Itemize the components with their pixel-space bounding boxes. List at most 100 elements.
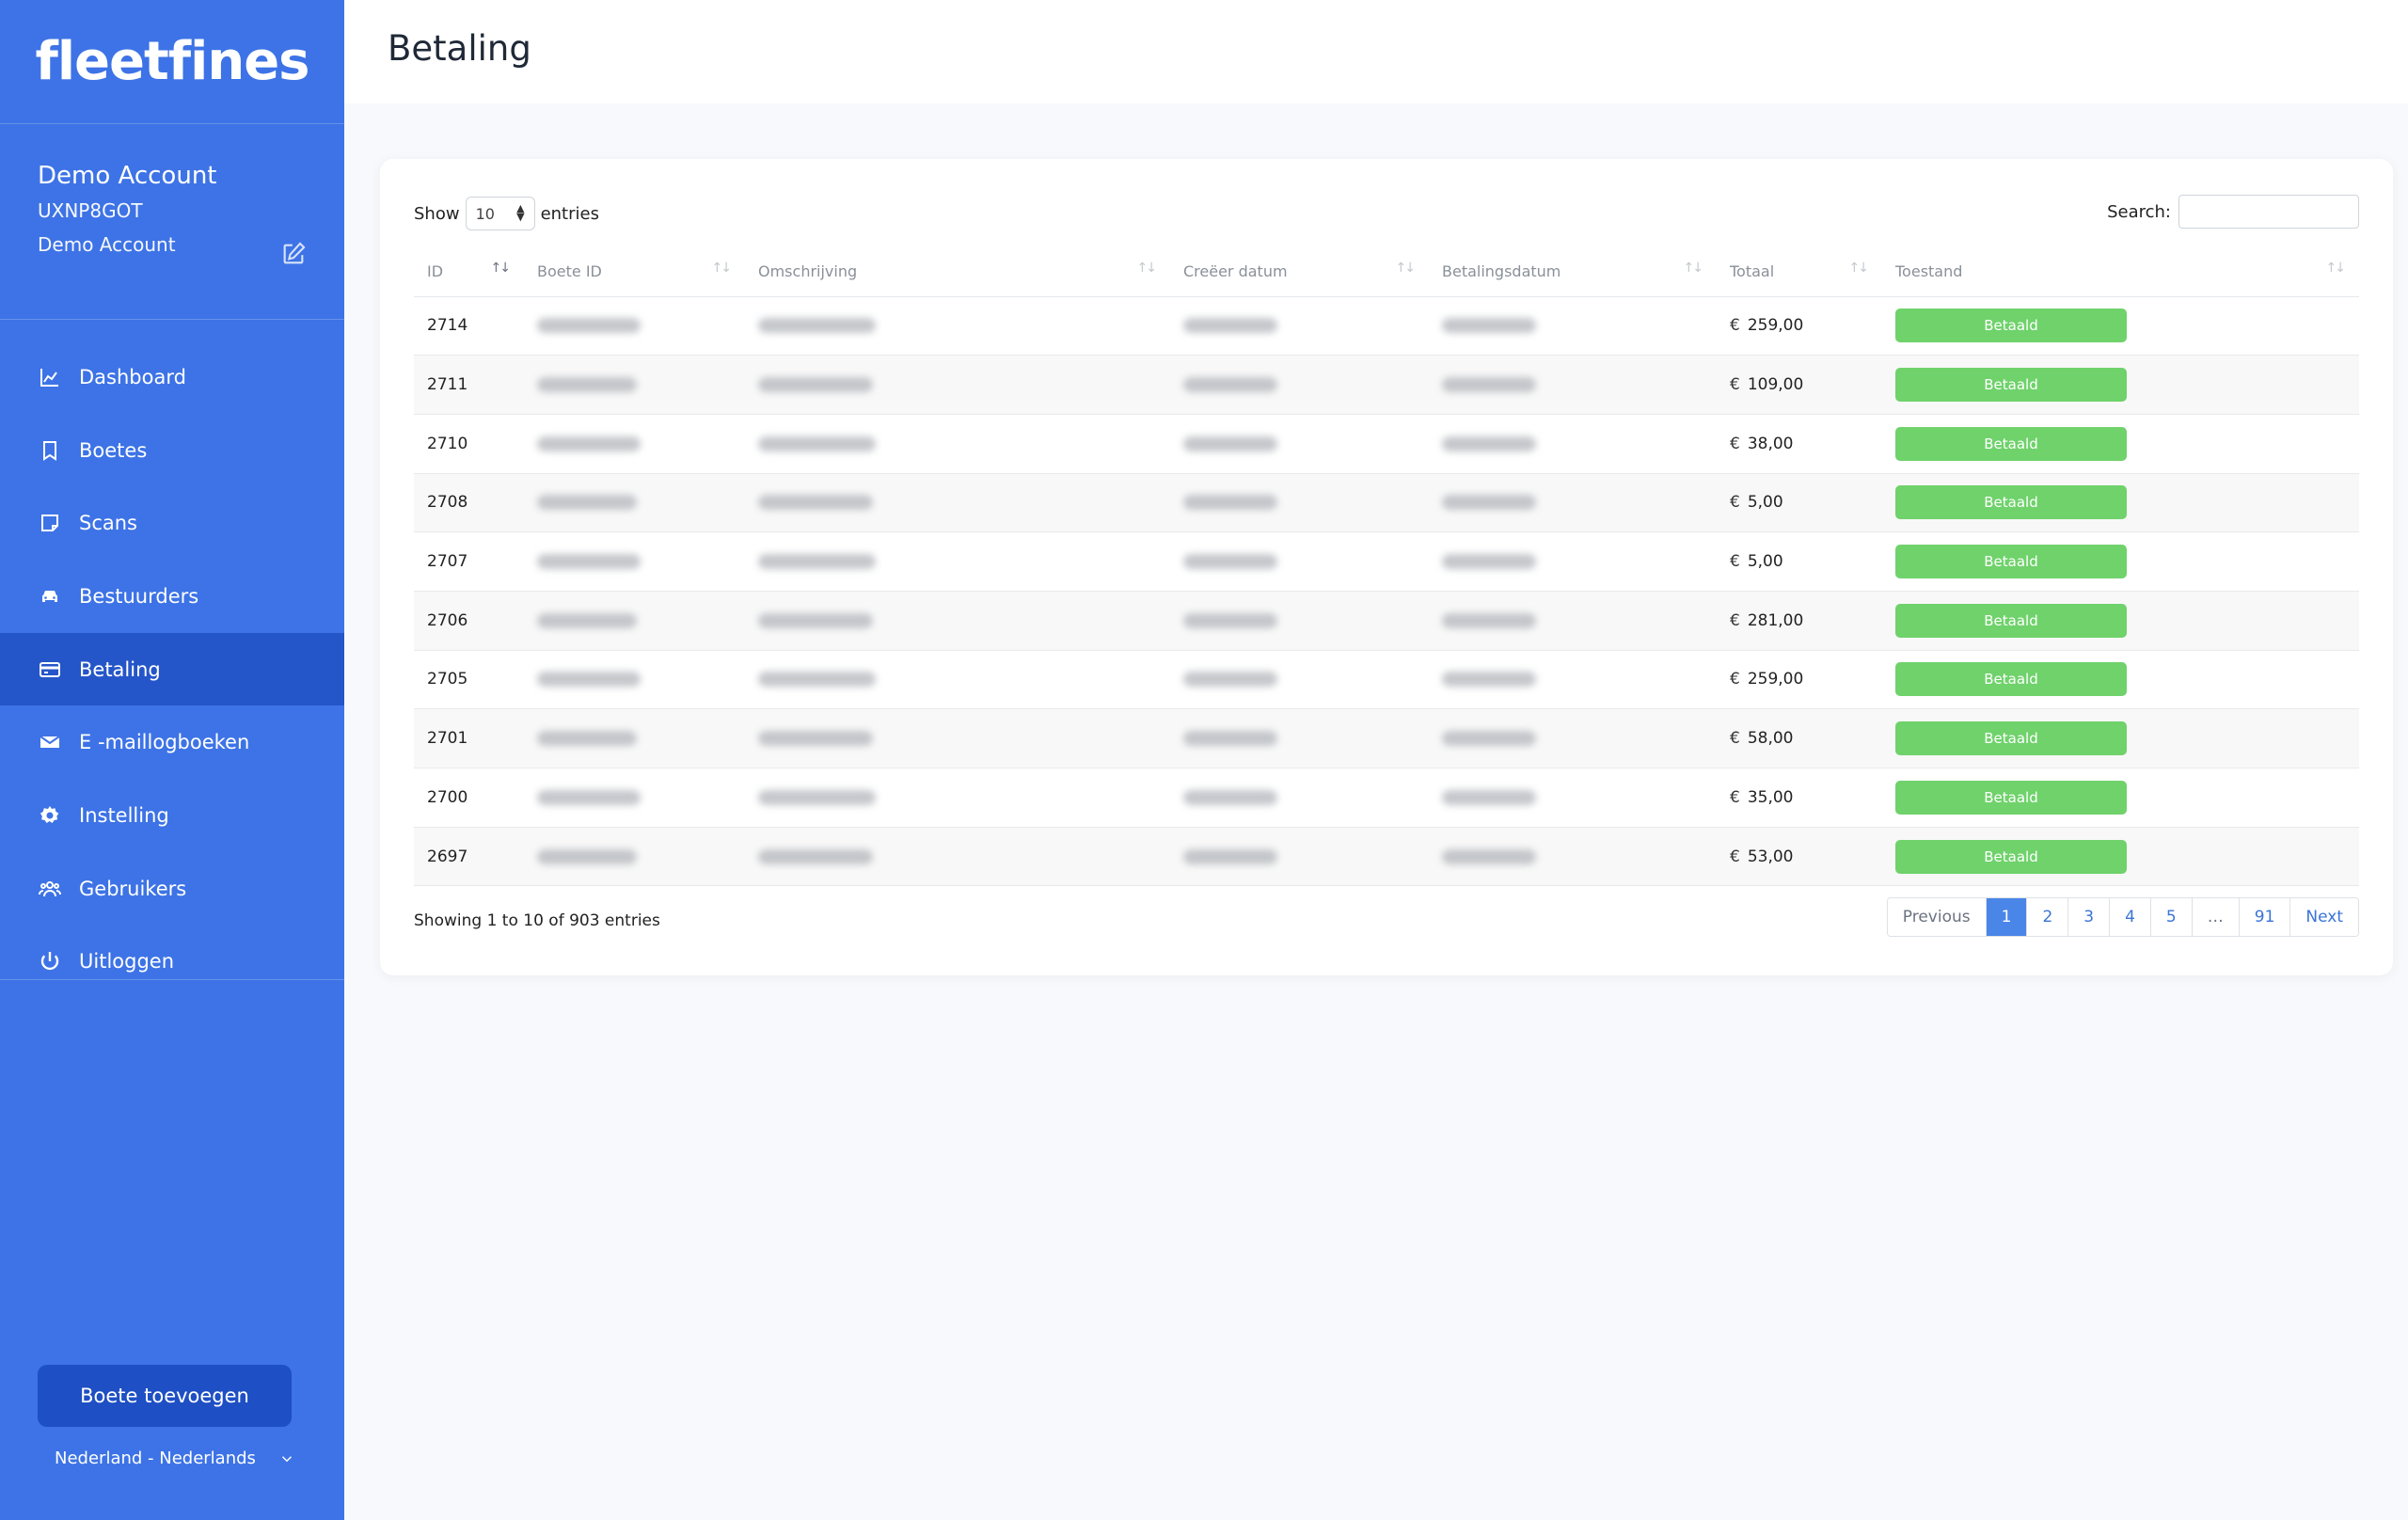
redacted-text: [1183, 435, 1277, 451]
column-header[interactable]: Betalingsdatum ↑↓: [1429, 247, 1717, 297]
redacted-text: [1442, 848, 1536, 864]
sort-icon: ↑↓: [1683, 261, 1704, 276]
sidebar-item-e-maillogboeken[interactable]: E -maillogboeken: [0, 705, 344, 779]
redacted-text: [758, 672, 876, 688]
column-header[interactable]: Omschrijving ↑↓: [745, 247, 1170, 297]
car-icon: [38, 584, 62, 609]
cell-payment-date: [1429, 296, 1717, 356]
column-header[interactable]: Boete ID ↑↓: [524, 247, 745, 297]
table-row[interactable]: 2710 €38,00 Betaald: [414, 414, 2359, 474]
column-header[interactable]: ID ↑↓: [414, 247, 524, 297]
select-arrows-icon: ▲ ▼: [516, 202, 525, 223]
status-badge: Betaald: [1895, 780, 2127, 815]
currency-symbol: €: [1730, 434, 1740, 453]
sidebar-item-bestuurders[interactable]: Bestuurders: [0, 560, 344, 633]
cell-id: 2701: [414, 708, 524, 768]
redacted-text: [1183, 612, 1277, 628]
redacted-text: [537, 731, 637, 747]
search-control: Search:: [2107, 195, 2359, 229]
cell-status: Betaald: [1882, 827, 2359, 887]
users-icon: [38, 877, 62, 901]
column-header-label: Boete ID: [537, 262, 602, 281]
logo[interactable]: fleetfines: [0, 0, 344, 124]
add-fine-button[interactable]: Boete toevoegen: [38, 1365, 292, 1427]
table-row[interactable]: 2714 €259,00 Betaald: [414, 296, 2359, 356]
sort-icon: ↑↓: [1848, 261, 1870, 276]
note-icon: [38, 511, 62, 535]
bookmark-icon: [38, 438, 62, 463]
cell-description: [745, 414, 1170, 474]
sort-icon: ↑↓: [2325, 261, 2347, 276]
cell-created-date: [1170, 708, 1429, 768]
cell-fine-id: [524, 708, 745, 768]
cell-fine-id: [524, 827, 745, 887]
pagination-previous-button[interactable]: Previous: [1887, 898, 1986, 936]
redacted-text: [537, 495, 637, 511]
pagination-page-2[interactable]: 2: [2026, 898, 2068, 936]
search-input[interactable]: [2178, 195, 2359, 229]
cell-payment-date: [1429, 768, 1717, 828]
cell-payment-date: [1429, 708, 1717, 768]
currency-symbol: €: [1730, 610, 1740, 630]
pagination-page-1[interactable]: 1: [1985, 898, 2027, 936]
cell-id: 2706: [414, 591, 524, 651]
language-selector[interactable]: Nederland - Nederlands: [55, 1449, 295, 1468]
pagination-next-button[interactable]: Next: [2289, 898, 2358, 936]
table-row[interactable]: 2705 €259,00 Betaald: [414, 650, 2359, 710]
status-badge: Betaald: [1895, 545, 2127, 579]
redacted-text: [1183, 789, 1277, 805]
redacted-text: [537, 318, 641, 334]
column-header[interactable]: Totaal ↑↓: [1717, 247, 1882, 297]
chevron-down-icon: [281, 1455, 292, 1462]
sidebar-item-betaling[interactable]: Betaling: [0, 632, 344, 706]
sidebar-item-boetes[interactable]: Boetes: [0, 414, 344, 487]
redacted-text: [1183, 672, 1277, 688]
currency-symbol: €: [1730, 729, 1740, 749]
page-size-select[interactable]: 10 ▲ ▼: [465, 197, 535, 230]
redacted-text: [1442, 495, 1536, 511]
table-row[interactable]: 2711 €109,00 Betaald: [414, 355, 2359, 415]
show-label: Show: [414, 203, 460, 224]
pagination-page-91[interactable]: 91: [2238, 898, 2290, 936]
edit-icon[interactable]: [280, 241, 307, 267]
pagination-page-4[interactable]: 4: [2109, 898, 2150, 936]
redacted-text: [1183, 848, 1277, 864]
sidebar-item-uitloggen[interactable]: Uitloggen: [0, 926, 344, 999]
currency-symbol: €: [1730, 670, 1740, 689]
column-header[interactable]: Toestand ↑↓: [1882, 247, 2359, 297]
sidebar-item-scans[interactable]: Scans: [0, 486, 344, 560]
table-row[interactable]: 2706 €281,00 Betaald: [414, 591, 2359, 651]
redacted-text: [537, 377, 637, 393]
column-header[interactable]: Creëer datum ↑↓: [1170, 247, 1429, 297]
redacted-text: [1442, 672, 1536, 688]
cell-description: [745, 591, 1170, 651]
column-header-label: Creëer datum: [1183, 262, 1288, 281]
sidebar-item-dashboard[interactable]: Dashboard: [0, 340, 344, 414]
pagination-page-5[interactable]: 5: [2149, 898, 2192, 936]
envelope-icon: [38, 730, 62, 754]
currency-symbol: €: [1730, 493, 1740, 513]
sidebar-item-label: Bestuurders: [79, 584, 199, 608]
cell-total: €38,00: [1717, 414, 1882, 474]
table-row[interactable]: 2700 €35,00 Betaald: [414, 768, 2359, 828]
sidebar-item-label: Scans: [79, 512, 137, 535]
chart-icon: [38, 365, 62, 389]
table-row[interactable]: 2708 €5,00 Betaald: [414, 473, 2359, 533]
sidebar-item-gebruikers[interactable]: Gebruikers: [0, 852, 344, 926]
sidebar-item-instelling[interactable]: Instelling: [0, 779, 344, 852]
entries-label: entries: [540, 203, 599, 224]
table-row[interactable]: 2697 €53,00 Betaald: [414, 827, 2359, 887]
cell-status: Betaald: [1882, 473, 2359, 533]
cell-payment-date: [1429, 827, 1717, 887]
currency-symbol: €: [1730, 316, 1740, 336]
cell-status: Betaald: [1882, 708, 2359, 768]
cell-created-date: [1170, 473, 1429, 533]
redacted-text: [1183, 554, 1277, 570]
table-row[interactable]: 2701 €58,00 Betaald: [414, 708, 2359, 768]
payments-card: Show 10 ▲ ▼ entries Search: ID ↑↓ Boete ID ↑…: [380, 159, 2393, 975]
redacted-text: [1442, 789, 1536, 805]
column-header-label: Totaal: [1730, 262, 1775, 281]
sidebar-item-label: E -maillogboeken: [79, 731, 250, 754]
pagination-page-3[interactable]: 3: [2067, 898, 2110, 936]
table-row[interactable]: 2707 €5,00 Betaald: [414, 531, 2359, 592]
